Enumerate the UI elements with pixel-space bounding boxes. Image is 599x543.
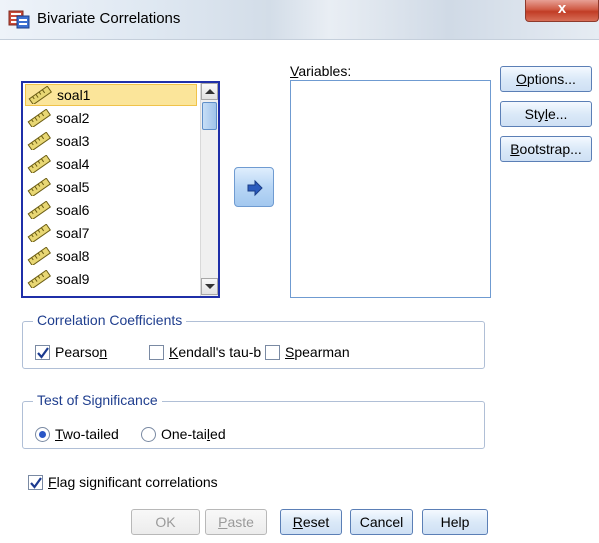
vertical-scrollbar[interactable] [200, 83, 218, 296]
options-button[interactable]: Options... [500, 66, 592, 92]
scale-variable-icon [27, 109, 51, 127]
list-item-label: soal8 [56, 248, 90, 264]
flag-significant-label: Flag significant correlations [48, 474, 218, 490]
arrow-right-icon [247, 179, 263, 197]
scale-variable-icon [28, 86, 52, 104]
window-title: Bivariate Correlations [37, 10, 181, 27]
kendall-option[interactable]: Kendall's tau-b [149, 344, 261, 360]
paste-button[interactable]: Paste [205, 509, 267, 535]
app-icon [8, 10, 30, 29]
scroll-down-button[interactable] [201, 278, 218, 295]
scale-variable-icon [27, 132, 51, 150]
test-of-significance-group: Test of Significance Two-tailed One-tail… [22, 392, 485, 449]
scale-variable-icon [27, 247, 51, 265]
help-button[interactable]: Help [422, 509, 488, 535]
list-item[interactable]: soal6 [25, 199, 197, 221]
list-item-label: soal5 [56, 179, 90, 195]
list-item-label: soal3 [56, 133, 90, 149]
two-tailed-radio[interactable] [35, 426, 50, 442]
list-item[interactable]: soal3 [25, 130, 197, 152]
list-item-label: soal6 [56, 202, 90, 218]
title-bar[interactable]: Bivariate Correlations x [0, 0, 599, 40]
list-item[interactable]: soal8 [25, 245, 197, 267]
spearman-label: Spearman [285, 344, 350, 360]
one-tailed-option[interactable]: One-tailed [141, 426, 226, 442]
bootstrap-button[interactable]: Bootstrap... [500, 136, 592, 162]
flag-significant-checkbox[interactable] [28, 474, 43, 490]
close-button[interactable]: x [525, 0, 599, 22]
checkmark-icon [30, 476, 42, 489]
list-item[interactable]: soal5 [25, 176, 197, 198]
reset-button[interactable]: Reset [280, 509, 342, 535]
list-item[interactable]: soal7 [25, 222, 197, 244]
one-tailed-label: One-tailed [161, 426, 226, 442]
list-item-label: soal4 [56, 156, 90, 172]
scroll-up-icon [205, 89, 215, 94]
kendall-checkbox[interactable] [149, 344, 164, 360]
list-item-label: soal7 [56, 225, 90, 241]
close-icon: x [557, 0, 567, 17]
two-tailed-label: Two-tailed [55, 426, 119, 442]
ok-button[interactable]: OK [131, 509, 200, 535]
source-list-items: soal1 soal2 soal3 soal4 soal5 soal6 soal… [23, 83, 200, 296]
group-legend: Test of Significance [33, 392, 162, 408]
variables-label: Variables: [290, 63, 352, 79]
two-tailed-option[interactable]: Two-tailed [35, 426, 119, 442]
move-to-variables-button[interactable] [234, 167, 274, 207]
scale-variable-icon [27, 270, 51, 288]
list-item-label: soal1 [57, 87, 91, 103]
variables-target-list[interactable] [290, 80, 491, 298]
list-item[interactable]: soal9 [25, 268, 197, 290]
source-variable-list[interactable]: soal1 soal2 soal3 soal4 soal5 soal6 soal… [21, 81, 220, 298]
pearson-checkbox[interactable] [35, 344, 50, 360]
style-button[interactable]: Style... [500, 101, 592, 127]
kendall-label: Kendall's tau-b [169, 344, 262, 360]
scale-variable-icon [27, 201, 51, 219]
correlation-coefficients-group: Correlation Coefficients Pearson Kendall… [22, 312, 485, 369]
scale-variable-icon [27, 155, 51, 173]
pearson-label: Pearson [55, 344, 108, 360]
spearman-option[interactable]: Spearman [265, 344, 350, 360]
cancel-button[interactable]: Cancel [350, 509, 413, 535]
flag-significant-option[interactable]: Flag significant correlations [28, 474, 218, 490]
one-tailed-radio[interactable] [141, 426, 156, 442]
group-legend: Correlation Coefficients [33, 312, 187, 328]
list-item-label: soal2 [56, 110, 90, 126]
scroll-thumb[interactable] [202, 102, 217, 130]
scroll-up-button[interactable] [201, 83, 218, 100]
scale-variable-icon [27, 224, 51, 242]
scale-variable-icon [27, 178, 51, 196]
spearman-checkbox[interactable] [265, 344, 280, 360]
list-item[interactable]: soal1 [25, 84, 197, 106]
list-item-label: soal9 [56, 271, 90, 287]
scroll-down-icon [205, 284, 215, 289]
checkmark-icon [37, 346, 49, 359]
list-item[interactable]: soal4 [25, 153, 197, 175]
list-item[interactable]: soal2 [25, 107, 197, 129]
pearson-option[interactable]: Pearson [35, 344, 107, 360]
